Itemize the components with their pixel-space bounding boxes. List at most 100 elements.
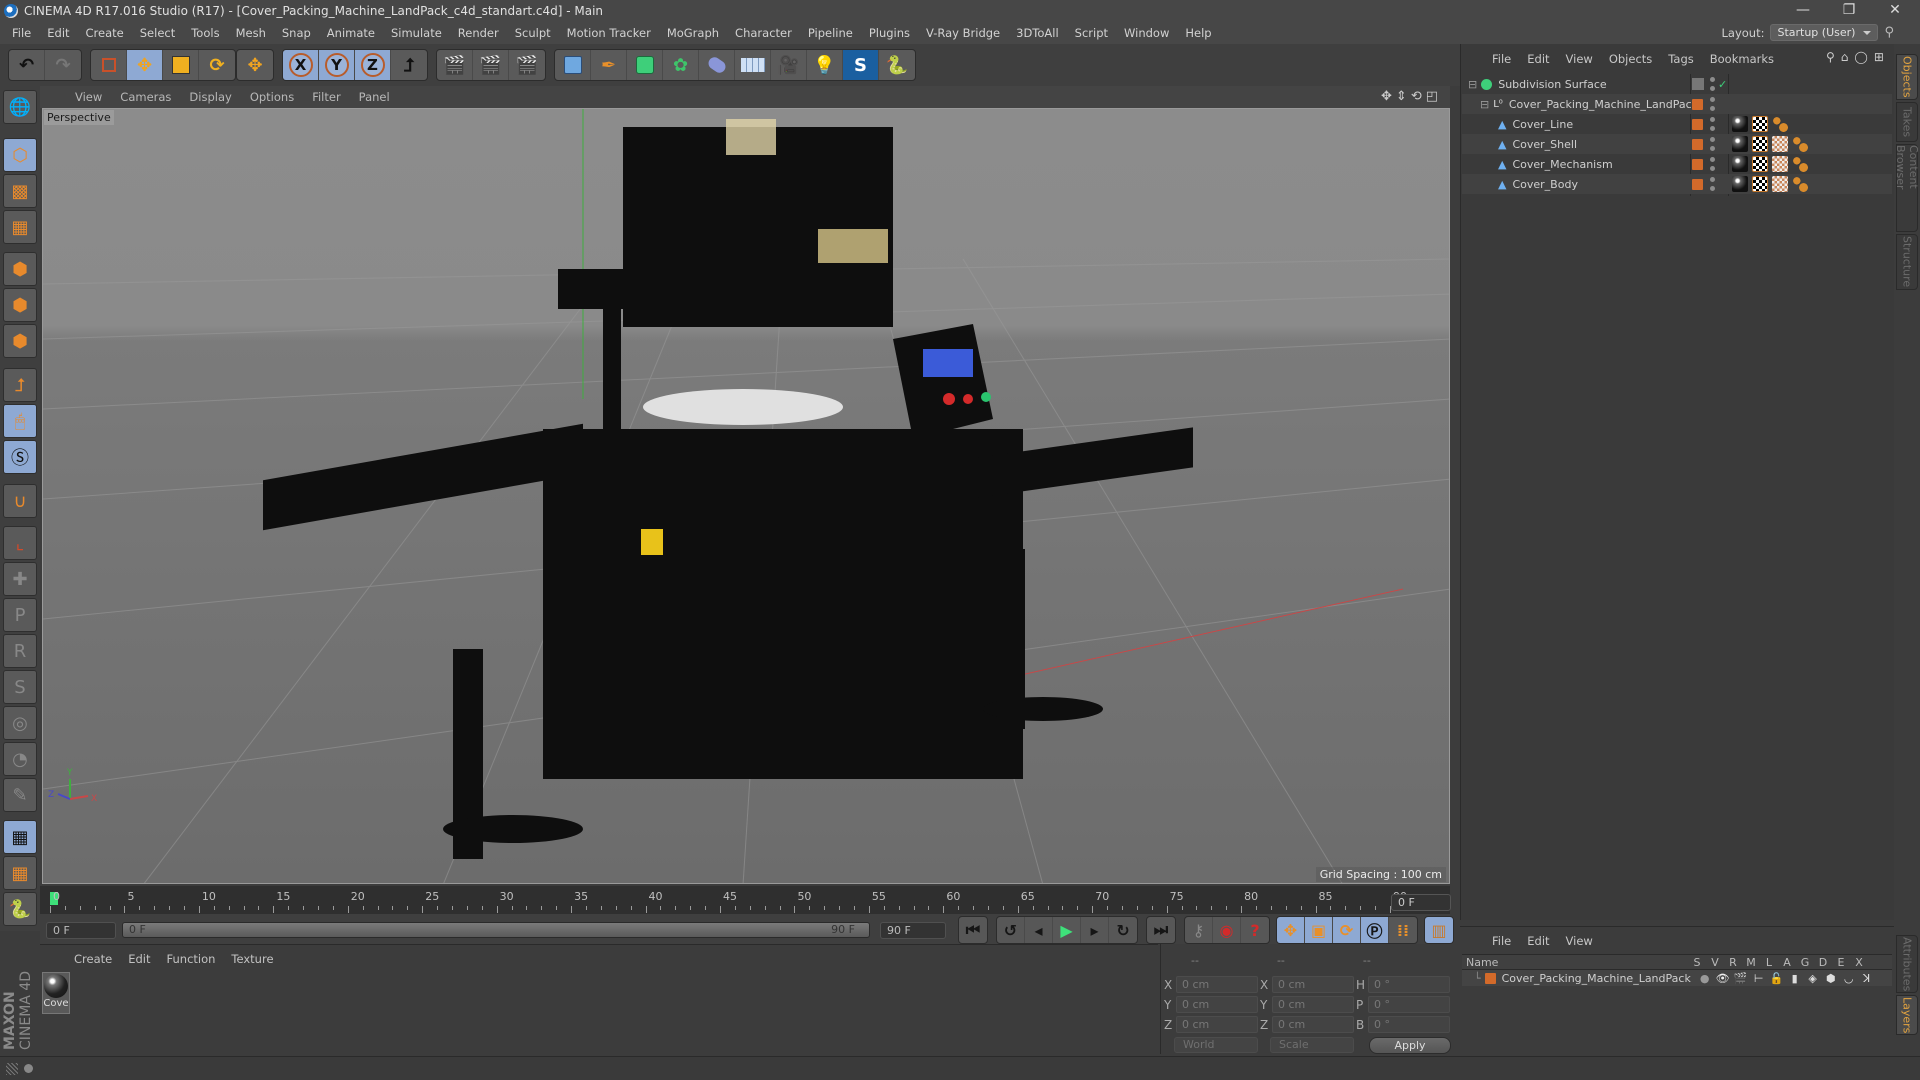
object-row[interactable]: ▲ Cover_Body — [1462, 174, 1892, 194]
render-picture-viewer-icon[interactable]: 🎬 — [473, 50, 509, 80]
camera-icon[interactable]: 🎥 — [771, 50, 807, 80]
solo-toggle-icon[interactable]: ● — [1696, 972, 1714, 985]
viewport-menu-view[interactable]: View — [66, 90, 111, 104]
viewport-menu-cameras[interactable]: Cameras — [111, 90, 180, 104]
key-scale-icon[interactable]: ▣ — [1305, 917, 1333, 943]
menu-animate[interactable]: Animate — [319, 26, 383, 40]
object-name[interactable]: Subdivision Surface — [1498, 78, 1698, 91]
menu-simulate[interactable]: Simulate — [383, 26, 450, 40]
object-row[interactable]: ⊟ L⁰ Cover_Packing_Machine_LandPack — [1462, 94, 1892, 114]
uvw-tag-icon[interactable] — [1772, 176, 1788, 192]
close-button[interactable]: ✕ — [1872, 0, 1918, 22]
position-key-icon[interactable]: P — [3, 598, 37, 632]
live-selection-icon[interactable] — [91, 50, 127, 80]
collapse-icon[interactable]: ⊟ — [1480, 98, 1489, 111]
tab-objects[interactable]: Objects — [1896, 54, 1918, 100]
rotation-b-field[interactable]: 0 ° — [1368, 1016, 1450, 1033]
preview-range-slider[interactable]: 0 F 90 F — [122, 922, 870, 938]
keyframe-selection-icon[interactable]: ? — [1241, 917, 1269, 943]
workplane-sync-icon[interactable]: ▦ — [3, 856, 37, 890]
layer-swatch[interactable] — [1692, 98, 1703, 110]
snap-magnet-icon[interactable]: ∪ — [3, 484, 37, 518]
render-toggle-icon[interactable]: 🎬 — [1732, 972, 1750, 985]
xref-toggle-icon[interactable]: ꓘ — [1858, 972, 1876, 985]
visibility-dots[interactable] — [1710, 137, 1715, 151]
current-frame-field[interactable]: 0 F — [1391, 894, 1451, 911]
size-z-field[interactable]: 0 cm — [1272, 1016, 1354, 1033]
layer-swatch[interactable] — [1692, 178, 1703, 190]
tab-content-browser[interactable]: Content Browser — [1894, 144, 1920, 232]
menu-vray-bridge[interactable]: V-Ray Bridge — [918, 26, 1008, 40]
menu-script[interactable]: Script — [1067, 26, 1116, 40]
3d-viewport[interactable]: Y X Z — [42, 108, 1450, 884]
autokey-icon[interactable]: ◉ — [1213, 917, 1241, 943]
rotation-key-icon[interactable]: R — [3, 634, 37, 668]
move-icon[interactable]: ✥ — [127, 50, 163, 80]
col-locked[interactable]: L — [1760, 956, 1778, 969]
texture-tag-icon[interactable] — [1752, 136, 1768, 152]
viewport-nav-icons[interactable]: ✥⇕⟲◰ — [1381, 89, 1442, 104]
phong-tag-icon[interactable] — [1772, 116, 1788, 132]
menu-tools[interactable]: Tools — [183, 26, 227, 40]
previous-frame-icon[interactable]: ◂ — [1025, 917, 1053, 943]
psr-key-icon[interactable]: S — [3, 670, 37, 704]
material-tag-icon[interactable] — [1732, 136, 1748, 152]
points-mode-icon[interactable]: ⬢ — [3, 252, 37, 286]
col-expressions[interactable]: E — [1832, 956, 1850, 969]
python-icon[interactable]: 🐍 — [879, 50, 915, 80]
viewport-menu-filter[interactable]: Filter — [303, 90, 349, 104]
search-icon[interactable]: ⚲ — [1884, 25, 1894, 40]
deformers-toggle-icon[interactable]: ⬢ — [1822, 972, 1840, 985]
menu-3dtoall[interactable]: 3DToAll — [1008, 26, 1067, 40]
position-z-field[interactable]: 0 cm — [1176, 1016, 1258, 1033]
visibility-dots[interactable] — [1710, 117, 1715, 131]
expressions-toggle-icon[interactable]: ◡ — [1840, 972, 1858, 985]
apply-button[interactable]: Apply — [1369, 1037, 1451, 1054]
timeline-window-icon[interactable]: ▥ — [1425, 917, 1453, 943]
solo-icon[interactable]: Ⓢ — [3, 440, 37, 474]
layer-swatch[interactable] — [1692, 138, 1703, 150]
object-row[interactable]: ▲ Cover_Shell — [1462, 134, 1892, 154]
material-menu-create[interactable]: Create — [66, 952, 120, 966]
col-solo[interactable]: S — [1688, 956, 1706, 969]
position-y-field[interactable]: 0 cm — [1176, 996, 1258, 1013]
material-menu-edit[interactable]: Edit — [120, 952, 158, 966]
pen-spline-icon[interactable]: ✒ — [591, 50, 627, 80]
v-ray-icon[interactable]: S — [843, 50, 879, 80]
rotation-p-field[interactable]: 0 ° — [1368, 996, 1450, 1013]
previous-key-icon[interactable]: ↺ — [997, 917, 1025, 943]
texture-tag-icon[interactable] — [1752, 156, 1768, 172]
layer-row[interactable]: └ Cover_Packing_Machine_LandPack ● 👁 🎬 ⊢… — [1462, 970, 1892, 986]
point-level-key-icon[interactable]: ◔ — [3, 742, 37, 776]
coordinate-mode-dropdown[interactable]: Scale — [1270, 1037, 1354, 1053]
object-row[interactable]: ▲ Cover_Mechanism — [1462, 154, 1892, 174]
enable-axis-icon[interactable]: ⌞ — [3, 526, 37, 560]
object-row[interactable]: ▲ Cover_Line — [1462, 114, 1892, 134]
visibility-dots[interactable] — [1710, 177, 1715, 191]
size-x-field[interactable]: 0 cm — [1272, 976, 1354, 993]
key-parameter-icon[interactable]: Ⓟ — [1361, 917, 1389, 943]
menu-mograph[interactable]: MoGraph — [659, 26, 727, 40]
objects-menu-edit[interactable]: Edit — [1519, 52, 1557, 66]
objects-menu-view[interactable]: View — [1558, 52, 1601, 66]
key-rotation-icon[interactable]: ⟳ — [1333, 917, 1361, 943]
layer-swatch[interactable] — [1692, 158, 1703, 170]
model-mode-icon[interactable]: ⬡ — [3, 138, 37, 172]
manager-toggle-icon[interactable]: ⊢ — [1750, 972, 1768, 985]
texture-tag-icon[interactable] — [1752, 176, 1768, 192]
deformer-icon[interactable] — [699, 50, 735, 80]
enabled-check-icon[interactable]: ✓ — [1718, 78, 1727, 91]
menu-help[interactable]: Help — [1177, 26, 1219, 40]
workplane-grid-icon[interactable]: ▦ — [3, 210, 37, 244]
layer-swatch[interactable] — [1692, 118, 1703, 130]
next-key-icon[interactable]: ↻ — [1109, 917, 1137, 943]
object-name[interactable]: Cover_Line — [1512, 118, 1573, 131]
render-settings-icon[interactable]: 🎬 — [509, 50, 545, 80]
python-script-icon[interactable]: 🐍 — [3, 892, 37, 926]
visibility-dots[interactable] — [1710, 77, 1715, 91]
menu-plugins[interactable]: Plugins — [861, 26, 918, 40]
add-keyframe-icon[interactable]: ✚ — [3, 562, 37, 596]
generators-toggle-icon[interactable]: ◈ — [1804, 972, 1822, 985]
phong-tag-icon[interactable] — [1792, 176, 1808, 192]
menu-window[interactable]: Window — [1116, 26, 1177, 40]
